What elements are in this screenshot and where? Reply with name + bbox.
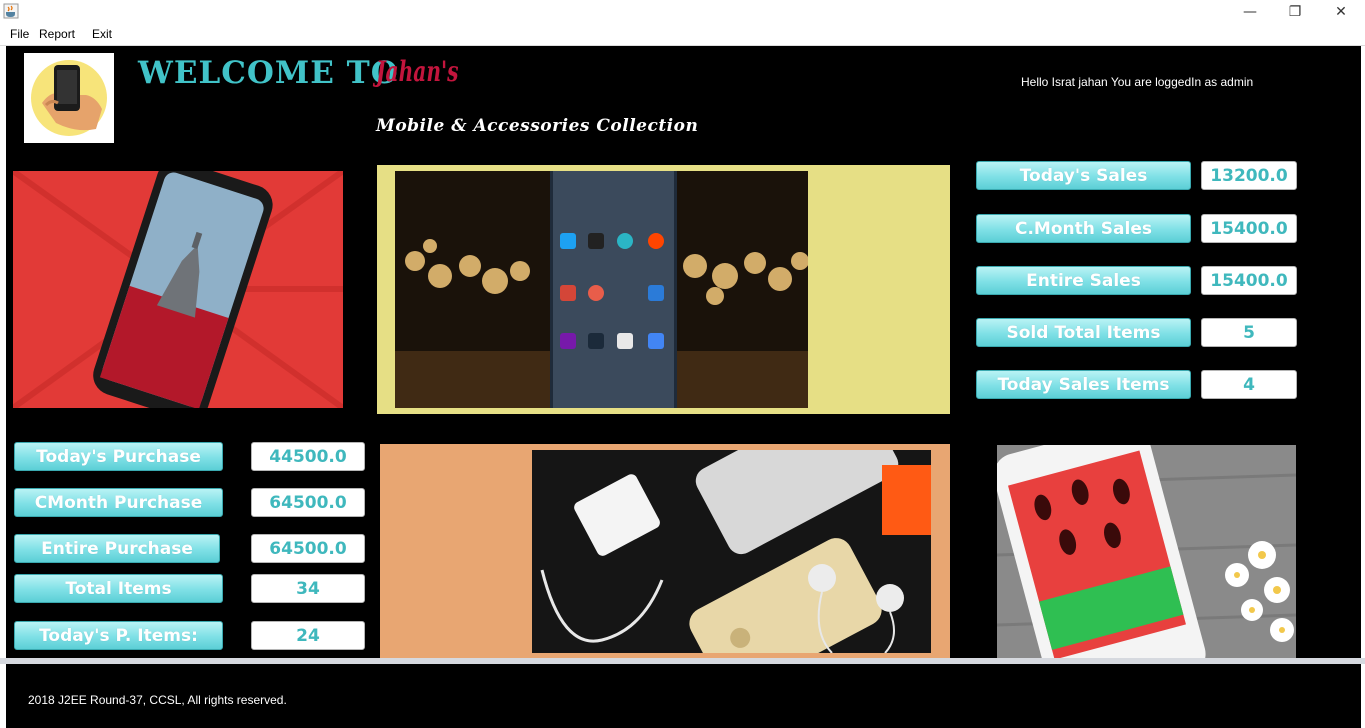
cmonth-purchase-button[interactable]: CMonth Purchase [14,488,223,517]
copyright-text: 2018 J2EE Round-37, CCSL, All rights res… [28,693,287,707]
user-greeting: Hello Israt jahan You are loggedIn as ad… [1021,75,1254,89]
store-tagline: Mobile & Accessories Collection [376,116,699,136]
entire-sales-value: 15400.0 [1201,266,1297,295]
todays-p-items-button[interactable]: Today's P. Items: [14,621,223,650]
welcome-heading: WELCOME TO [138,55,399,91]
close-button[interactable]: ✕ [1318,0,1364,24]
menu-report[interactable]: Report [39,27,75,41]
menu-bar: File Report Exit [0,24,1365,46]
entire-purchase-button[interactable]: Entire Purchase [14,534,220,563]
today-sales-items-value: 4 [1201,370,1297,399]
brand-name: Jahan's [376,55,459,88]
window-titlebar: — ❐ ✕ [0,0,1365,24]
minimize-button[interactable]: — [1227,0,1273,24]
accessories-image [532,390,931,696]
phone-bokeh-image [395,171,809,408]
entire-sales-button[interactable]: Entire Sales [976,266,1191,295]
todays-purchase-button[interactable]: Today's Purchase [14,442,223,471]
total-items-value: 34 [251,574,365,603]
todays-purchase-value: 44500.0 [251,442,365,471]
sold-total-items-value: 5 [1201,318,1297,347]
cmonth-sales-value: 15400.0 [1201,214,1297,243]
entire-purchase-value: 64500.0 [251,534,365,563]
todays-sales-button[interactable]: Today's Sales [976,161,1191,190]
phone-red-background-image [11,160,345,420]
menu-exit[interactable]: Exit [92,27,112,41]
store-logo [24,53,114,143]
todays-sales-value: 13200.0 [1201,161,1297,190]
cmonth-purchase-value: 64500.0 [251,488,365,517]
cmonth-sales-button[interactable]: C.Month Sales [976,214,1191,243]
phone-watermelon-image [993,423,1297,706]
java-coffee-icon [3,3,19,19]
today-sales-items-button[interactable]: Today Sales Items [976,370,1191,399]
restore-button[interactable]: ❐ [1272,0,1318,24]
todays-p-items-value: 24 [251,621,365,650]
total-items-button[interactable]: Total Items [14,574,223,603]
menu-file[interactable]: File [10,27,29,41]
sold-total-items-button[interactable]: Sold Total Items [976,318,1191,347]
